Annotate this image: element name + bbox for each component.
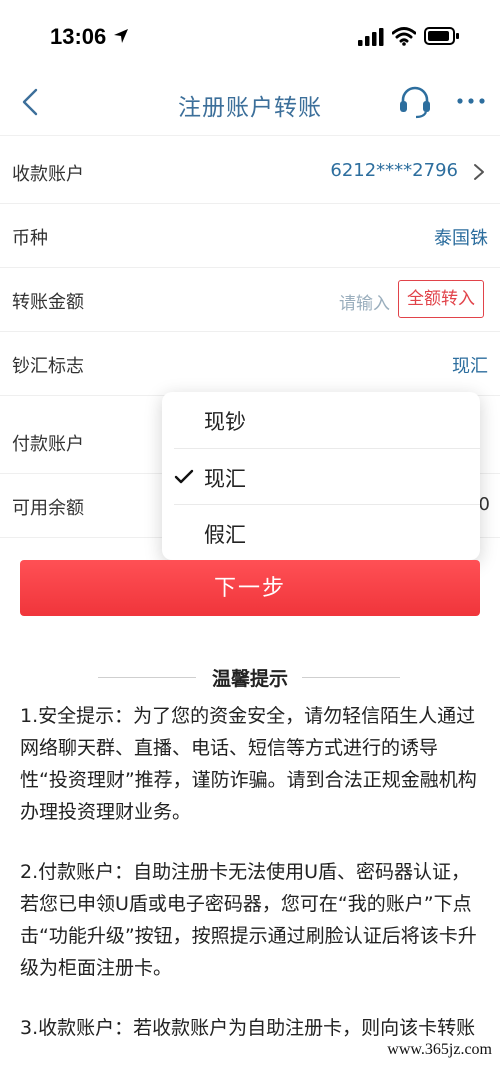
cash-remit-dropdown: 现钞 现汇 假汇 [162,392,480,560]
dropdown-option-cash[interactable]: 现钞 [162,392,480,448]
cash-remit-row[interactable]: 钞汇标志 现汇 [0,332,500,396]
dropdown-option-remit[interactable]: 现汇 [162,449,480,505]
watermark: www.365jz.com [387,1041,492,1059]
wifi-icon [391,26,417,50]
tip-payer-account: 2.付款账户：自助注册卡无法使用U盾、密码器认证，若您已申领U盾或电子密码器，您… [20,861,477,979]
more-icon[interactable] [456,92,486,110]
payee-account-value: 6212****2796 [330,160,458,181]
tip-security: 1.安全提示：为了您的资金安全，请勿轻信陌生人通过网络聊天群、直播、电话、短信等… [20,705,477,823]
dropdown-option-label: 假汇 [204,523,246,547]
divider [302,677,400,678]
amount-row: 转账金额 请输入 全额转入 [0,268,500,332]
currency-label: 币种 [12,228,48,249]
cash-remit-label: 钞汇标志 [12,356,84,377]
tips-header: 温馨提示 [0,664,500,690]
amount-label: 转账金额 [12,292,84,313]
next-step-button[interactable]: 下一步 [20,560,480,616]
tip-payee-account: 3.收款账户：若收款账户为自助注册卡，则向该卡转账 [20,1017,476,1039]
currency-row[interactable]: 币种 泰国铢 [0,204,500,268]
chevron-right-icon[interactable] [472,162,486,182]
cash-remit-value[interactable]: 现汇 [452,352,488,378]
checkmark-icon [174,469,194,485]
dropdown-option-label: 现钞 [204,410,246,434]
amount-input[interactable]: 请输入 [339,289,390,314]
balance-label: 可用余额 [12,498,84,519]
payer-account-label: 付款账户 [12,434,84,455]
balance-value: 0 [478,494,490,515]
battery-icon [424,27,460,49]
customer-service-icon[interactable] [396,84,434,120]
tips-title: 温馨提示 [211,668,288,690]
status-time: 13:06 [50,24,107,49]
dropdown-option-fake-remit[interactable]: 假汇 [162,505,480,561]
status-bar: 13:06 [0,0,500,70]
nav-bar: 注册账户转账 [0,70,500,136]
full-amount-button[interactable]: 全额转入 [398,280,484,318]
dropdown-option-label: 现汇 [204,467,246,491]
currency-value[interactable]: 泰国铢 [434,224,488,250]
payee-account-row[interactable]: 收款账户 6212****2796 [0,140,500,204]
cellular-signal-icon [358,28,384,50]
payee-account-label: 收款账户 [12,164,84,185]
location-arrow-icon [112,27,130,49]
